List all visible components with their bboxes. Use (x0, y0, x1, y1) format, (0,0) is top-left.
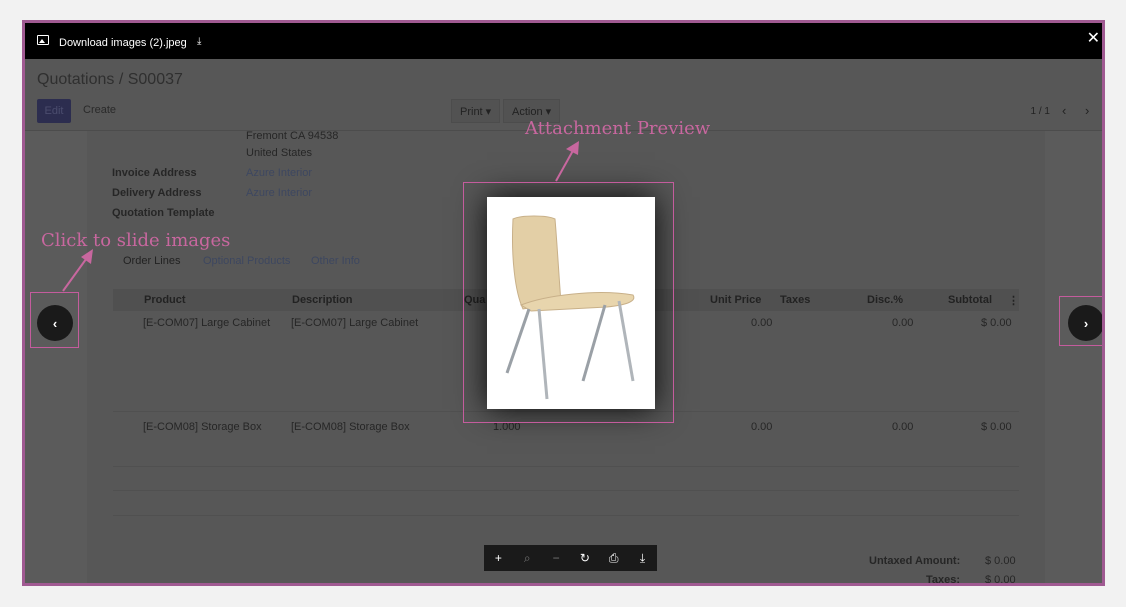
zoom-in-icon[interactable]: + (484, 545, 513, 571)
print-icon[interactable]: ⎙ (599, 545, 628, 571)
screenshot-frame: Quotations / S00037 Edit Create Print ▾ … (22, 20, 1105, 586)
zoom-reset-icon[interactable]: ⌕ (513, 545, 542, 571)
slide-arrowhead (81, 249, 93, 264)
preview-arrow (555, 146, 576, 182)
rotate-icon[interactable]: ↻ (570, 545, 599, 571)
annotation-arrows (62, 141, 579, 292)
slide-arrow (62, 254, 90, 292)
zoom-out-icon[interactable]: − (542, 545, 571, 571)
download-icon[interactable]: ⤓ (628, 545, 657, 571)
viewer-toolbar: + ⌕ − ↻ ⎙ ⤓ (484, 545, 657, 571)
